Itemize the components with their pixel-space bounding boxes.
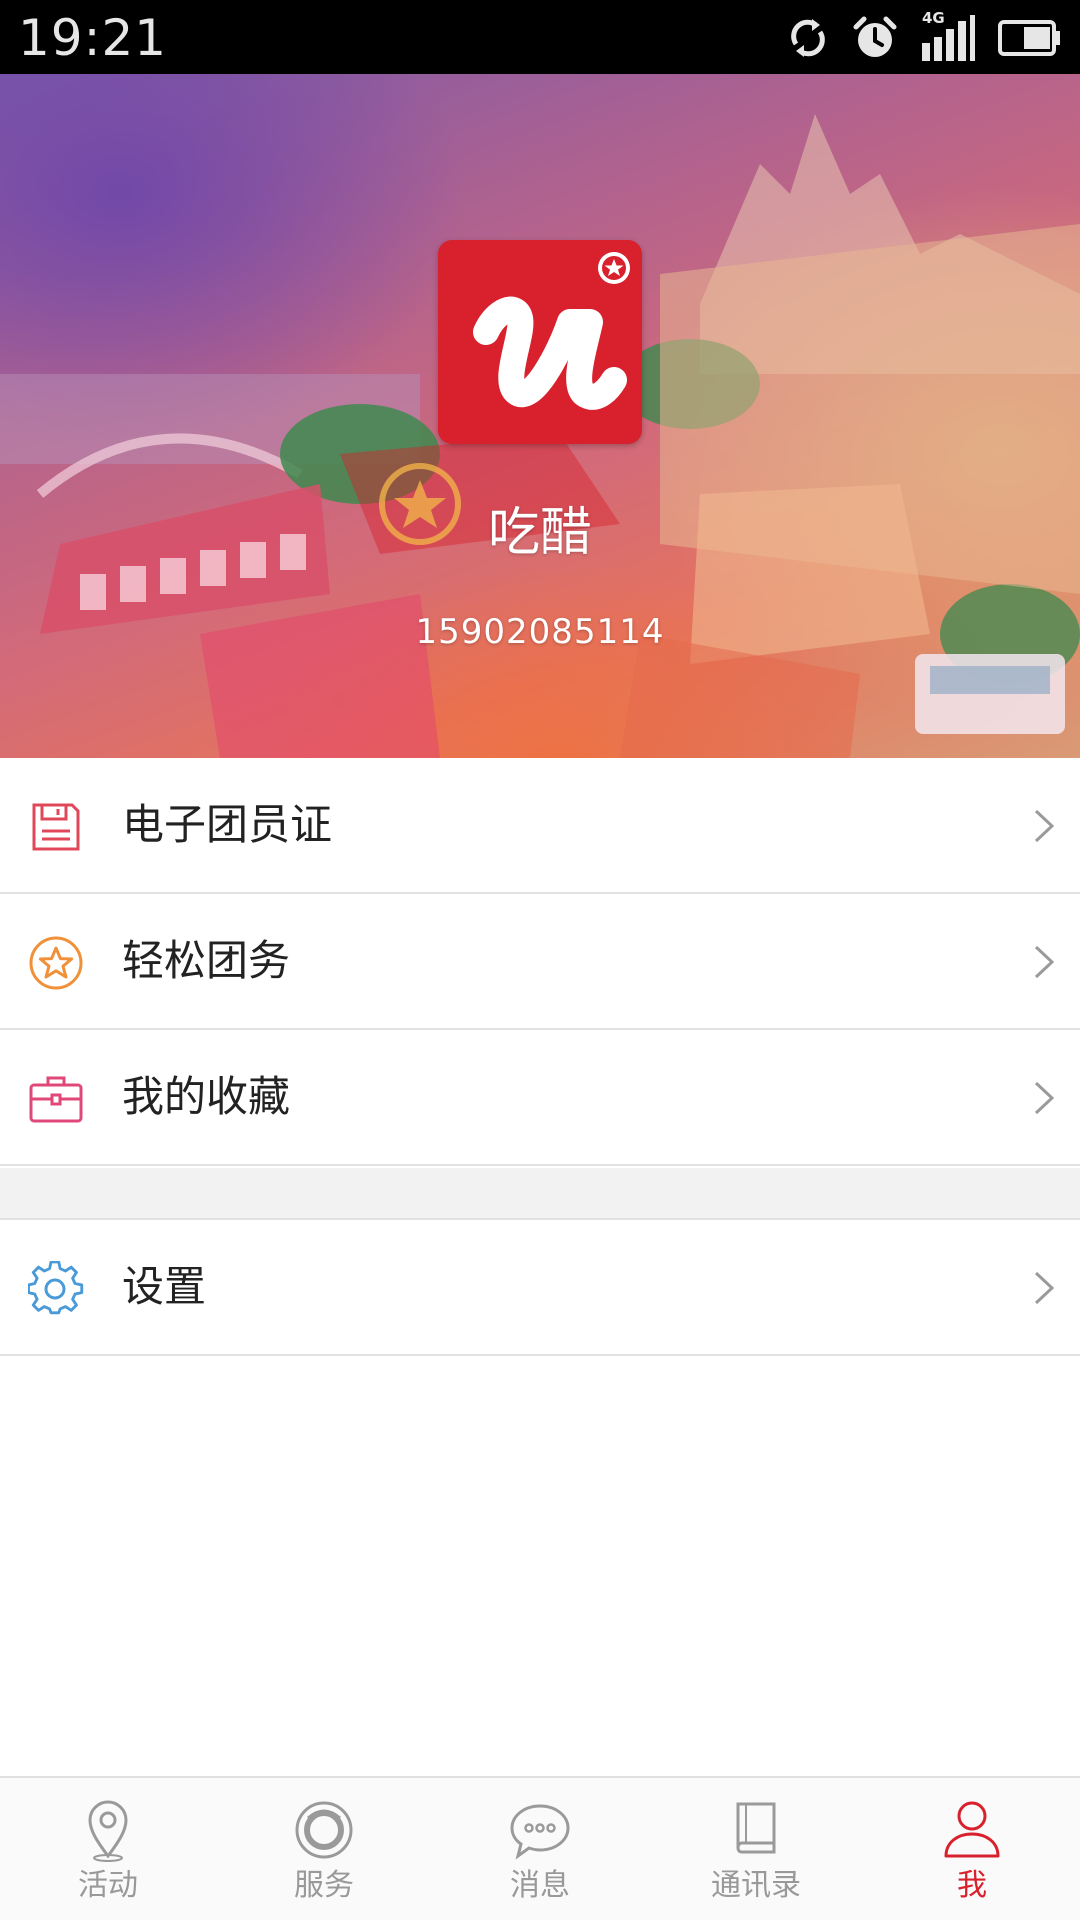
chevron-right-icon [1034, 809, 1055, 843]
gear-icon [28, 1261, 84, 1315]
bottom-nav: 活动 服务 消息 通讯录 我 [0, 1776, 1080, 1920]
nav-tab-label: 我 [957, 1868, 987, 1903]
nav-tab-services[interactable]: 服务 [216, 1778, 432, 1920]
menu-item-e-member-card[interactable]: 电子团员证 [0, 758, 1080, 894]
section-divider [0, 1168, 1080, 1220]
nav-tab-label: 消息 [510, 1868, 570, 1903]
menu-item-label: 电子团员证 [122, 800, 333, 849]
floppy-card-icon [32, 803, 80, 851]
briefcase-icon [29, 1076, 83, 1123]
nav-tab-label: 通讯录 [711, 1868, 801, 1903]
menu-item-label: 设置 [122, 1262, 207, 1311]
nav-tab-label: 活动 [78, 1868, 138, 1903]
menu-item-my-favorites[interactable]: 我的收藏 [0, 1030, 1080, 1166]
nav-tab-activities[interactable]: 活动 [0, 1778, 216, 1920]
alarm-icon [853, 16, 897, 57]
signal-icon: 4G [920, 9, 976, 63]
service-ring-icon [295, 1801, 353, 1859]
user-name: 吃醋 [487, 503, 592, 563]
location-pin-icon [88, 1800, 128, 1862]
u-logo-icon [438, 240, 642, 444]
nav-tab-messages[interactable]: 消息 [432, 1778, 648, 1920]
nav-tab-me[interactable]: 我 [864, 1778, 1080, 1920]
menu-item-easy-league-affairs[interactable]: 轻松团务 [0, 894, 1080, 1030]
status-time: 19:21 [18, 9, 168, 67]
sync-icon [791, 19, 825, 57]
profile-header: 吃醋 15902085114 [0, 74, 1080, 758]
chevron-right-icon [1034, 945, 1055, 979]
menu-item-label: 轻松团务 [122, 936, 291, 985]
nav-tab-contacts[interactable]: 通讯录 [648, 1778, 864, 1920]
menu-item-settings[interactable]: 设置 [0, 1220, 1080, 1356]
chevron-right-icon [1034, 1081, 1055, 1115]
person-icon [944, 1801, 1000, 1858]
network-type: 4G [922, 9, 945, 27]
chat-bubble-icon [510, 1804, 570, 1860]
nav-tab-label: 服务 [294, 1868, 354, 1903]
menu-item-label: 我的收藏 [122, 1072, 291, 1121]
address-book-icon [736, 1802, 776, 1854]
status-bar: 19:21 4G [0, 0, 1080, 74]
battery-icon [998, 20, 1060, 56]
status-icons: 4G [786, 9, 1062, 64]
star-circle-icon [29, 936, 83, 990]
chevron-right-icon [1034, 1271, 1055, 1305]
user-phone: 15902085114 [415, 612, 665, 652]
